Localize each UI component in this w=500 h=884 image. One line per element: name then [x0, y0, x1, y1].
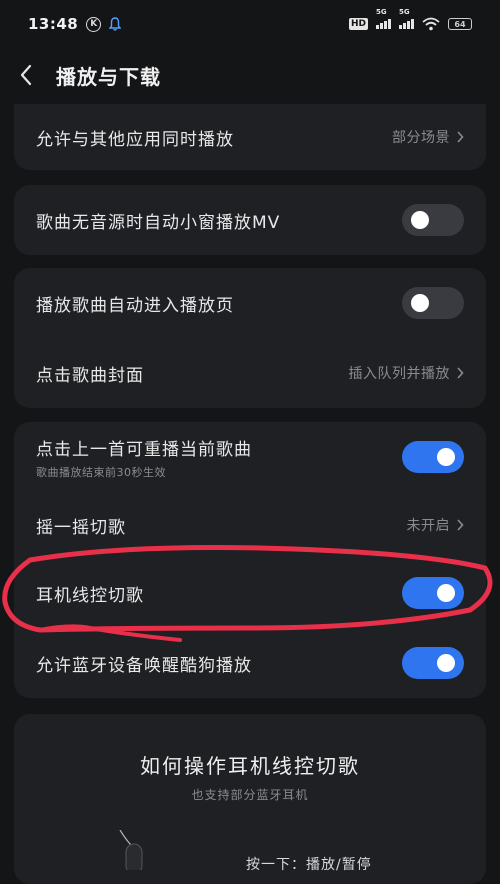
back-button[interactable] [6, 55, 46, 95]
k-app-icon: K [86, 16, 102, 32]
toggle-knob [411, 211, 429, 229]
replay-prev-toggle[interactable] [402, 441, 464, 473]
earphone-control-toggle[interactable] [402, 577, 464, 609]
auto-enter-player-toggle[interactable] [402, 287, 464, 319]
row-auto-enter-player: 播放歌曲自动进入播放页 [14, 268, 486, 338]
row-auto-mini-mv: 歌曲无音源时自动小窗播放MV [14, 185, 486, 255]
hd-icon: HD [348, 18, 368, 30]
row-label: 摇一摇切歌 [36, 517, 126, 538]
row-label: 歌曲无音源时自动小窗播放MV [36, 212, 281, 233]
row-label: 允许蓝牙设备唤醒酷狗播放 [36, 655, 252, 676]
row-bluetooth-wake: 允许蓝牙设备唤醒酷狗播放 [14, 628, 486, 698]
toggle-knob [437, 448, 455, 466]
row-label: 点击歌曲封面 [36, 365, 144, 386]
howto-hint: 按一下：播放/暂停 [246, 857, 372, 873]
status-left: 13:48 K [28, 15, 122, 33]
settings-card-2: 歌曲无音源时自动小窗播放MV [14, 185, 486, 255]
row-shake-switch[interactable]: 摇一摇切歌 未开启 [14, 492, 486, 558]
row-label: 允许与其他应用同时播放 [36, 129, 234, 150]
bluetooth-wake-toggle[interactable] [402, 647, 464, 679]
status-time: 13:48 [28, 15, 79, 33]
toggle-knob [437, 584, 455, 602]
chevron-left-icon [20, 64, 32, 86]
row-label: 点击上一首可重播当前歌曲 [36, 439, 252, 460]
chevron-right-icon [457, 131, 464, 143]
row-value: 部分场景 [392, 127, 464, 147]
page-header: 播放与下载 [0, 48, 500, 102]
bell-icon [109, 17, 122, 31]
auto-mini-mv-toggle[interactable] [402, 204, 464, 236]
howto-subtitle: 也支持部分蓝牙耳机 [191, 788, 309, 802]
row-value: 插入队列并播放 [349, 363, 465, 383]
toggle-knob [437, 654, 455, 672]
toggle-knob [411, 294, 429, 312]
signal-icon-2: 5G [399, 8, 414, 29]
signal-label-2: 5G [399, 8, 410, 16]
settings-card-1: 允许与其他应用同时播放 部分场景 [14, 104, 486, 170]
page-title: 播放与下载 [56, 64, 161, 89]
row-tap-cover[interactable]: 点击歌曲封面 插入队列并播放 [14, 338, 486, 408]
chevron-right-icon [457, 367, 464, 379]
row-label: 耳机线控切歌 [36, 585, 144, 606]
signal-icon-1: 5G [376, 8, 391, 29]
row-sublabel: 歌曲播放结束前30秒生效 [36, 465, 166, 479]
row-replay-prev: 点击上一首可重播当前歌曲 歌曲播放结束前30秒生效 [14, 422, 486, 492]
wifi-icon [422, 17, 440, 31]
row-allow-simultaneous[interactable]: 允许与其他应用同时播放 部分场景 [14, 104, 486, 170]
settings-card-4: 点击上一首可重播当前歌曲 歌曲播放结束前30秒生效 摇一摇切歌 未开启 耳机线控… [14, 422, 486, 698]
row-earphone-control: 耳机线控切歌 [14, 558, 486, 628]
battery-icon: 64 [448, 18, 472, 30]
howto-title: 如何操作耳机线控切歌 [140, 754, 360, 778]
status-bar: 13:48 K HD 5G 5G 64 [0, 0, 500, 48]
chevron-right-icon [457, 519, 464, 531]
row-label: 播放歌曲自动进入播放页 [36, 295, 234, 316]
row-text: 点击上一首可重播当前歌曲 歌曲播放结束前30秒生效 [36, 435, 252, 480]
status-right: HD 5G 5G 64 [348, 8, 472, 31]
signal-label-1: 5G [376, 8, 387, 16]
earphone-icon [119, 830, 143, 870]
row-value: 未开启 [407, 515, 465, 535]
settings-card-3: 播放歌曲自动进入播放页 点击歌曲封面 插入队列并播放 [14, 268, 486, 408]
